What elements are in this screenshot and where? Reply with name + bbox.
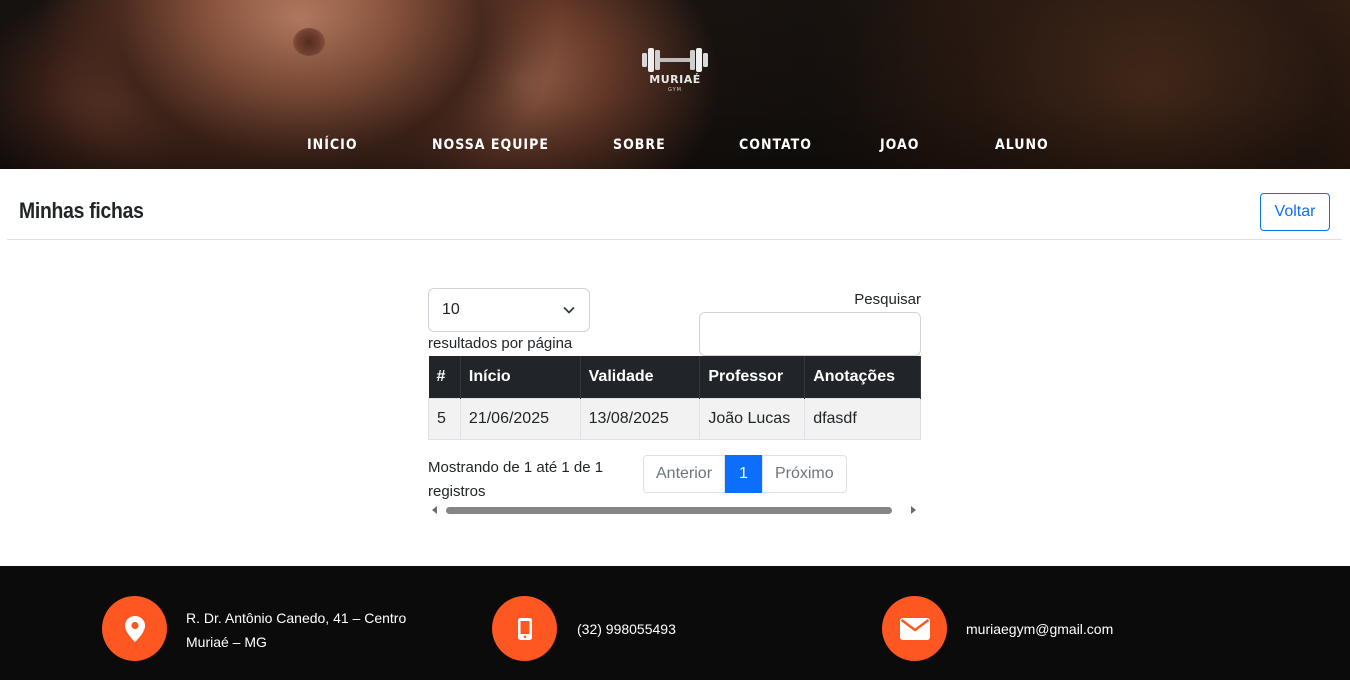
nav-item-sobre[interactable]: SOBRE — [613, 137, 666, 153]
barbell-icon — [642, 48, 708, 72]
column-header-anotacoes[interactable]: Anotações — [804, 356, 921, 398]
nav-item-nossa-equipe[interactable]: NOSSA EQUIPE — [432, 137, 549, 153]
page-length-label: resultados por página — [428, 335, 573, 352]
previous-page-button[interactable]: Anterior — [643, 455, 726, 493]
cell-professor: João Lucas — [699, 397, 806, 440]
cell-anotacoes: dfasdf — [804, 397, 921, 440]
address-line-1: R. Dr. Antônio Canedo, 41 – Centro — [186, 610, 407, 626]
horizontal-scrollbar[interactable] — [428, 503, 921, 517]
column-header-id[interactable]: # — [428, 356, 461, 398]
next-page-button[interactable]: Próximo — [761, 455, 847, 493]
scrollbar-thumb[interactable] — [446, 507, 892, 514]
table-info: Mostrando de 1 até 1 de 1 registros — [428, 459, 604, 500]
page-title: Minhas fichas — [19, 198, 144, 223]
location-icon-badge — [102, 596, 167, 661]
chevron-down-icon — [563, 307, 575, 314]
cell-validade: 13/08/2025 — [579, 397, 701, 440]
nav-item-user-joao[interactable]: JOAO — [880, 137, 919, 153]
footer: R. Dr. Antônio Canedo, 41 – Centro Muria… — [0, 566, 1350, 680]
table-header-row: # Início Validade Professor Anotações — [428, 356, 921, 398]
nav-item-contato[interactable]: CONTATO — [739, 137, 812, 153]
envelope-icon — [899, 617, 930, 640]
logo-wordmark: MURIAÉ — [649, 73, 701, 86]
phone-icon-badge — [492, 596, 557, 661]
search-label: Pesquisar — [854, 291, 921, 308]
scroll-right-arrow-icon[interactable] — [911, 506, 916, 514]
footer-phone[interactable]: (32) 998055493 — [577, 617, 676, 641]
map-pin-icon — [124, 615, 145, 642]
nav-item-inicio[interactable]: INÍCIO — [307, 137, 358, 153]
nav-item-aluno[interactable]: ALUNO — [995, 137, 1049, 153]
pagination: Anterior 1 Próximo — [643, 455, 847, 493]
email-icon-badge — [882, 596, 947, 661]
title-divider — [7, 239, 1342, 240]
footer-address: R. Dr. Antônio Canedo, 41 – Centro Muria… — [186, 606, 406, 654]
column-header-inicio[interactable]: Início — [460, 356, 581, 398]
main-nav: INÍCIO NOSSA EQUIPE SOBRE CONTATO JOAO A… — [0, 137, 1350, 157]
back-button[interactable]: Voltar — [1260, 193, 1330, 231]
cell-id: 5 — [428, 397, 461, 440]
search-input[interactable] — [699, 312, 921, 356]
logo-subtext: GYM — [668, 87, 682, 93]
address-line-2: Muriaé – MG — [186, 634, 267, 650]
cell-inicio: 21/06/2025 — [459, 397, 581, 440]
hero-header: MURIAÉ GYM INÍCIO NOSSA EQUIPE SOBRE CON… — [0, 0, 1350, 169]
page-length-value: 10 — [442, 301, 460, 318]
column-header-professor[interactable]: Professor — [699, 356, 806, 398]
page-length-select[interactable]: 10 — [428, 288, 590, 332]
page-1-button[interactable]: 1 — [725, 455, 762, 493]
column-header-validade[interactable]: Validade — [580, 356, 701, 398]
footer-email[interactable]: muriaegym@gmail.com — [966, 617, 1113, 641]
table-row[interactable]: 5 21/06/2025 13/08/2025 João Lucas dfasd… — [428, 397, 921, 440]
mobile-phone-icon — [517, 617, 532, 640]
gym-logo[interactable]: MURIAÉ GYM — [640, 44, 710, 98]
scroll-left-arrow-icon[interactable] — [432, 506, 437, 514]
fichas-table: # Início Validade Professor Anotações 5 … — [428, 356, 921, 440]
